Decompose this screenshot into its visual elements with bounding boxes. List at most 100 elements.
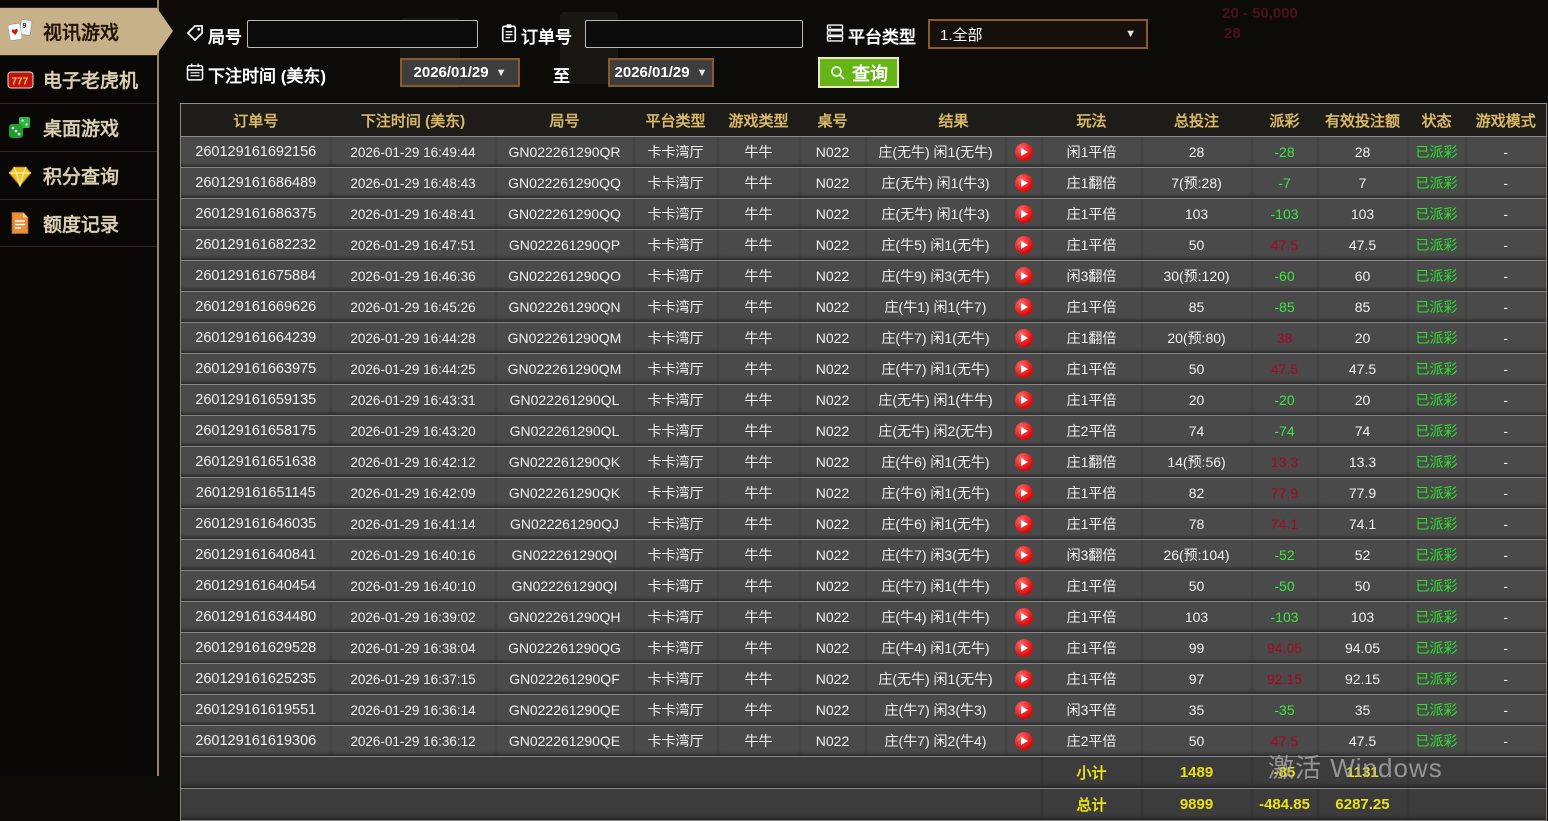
play-video-button[interactable]	[1014, 267, 1033, 286]
bet-time-cell: 2026-01-29 16:44:28	[330, 322, 496, 354]
valid-bet-cell: 28	[1317, 136, 1408, 168]
platform-cell: 卡卡湾厅	[633, 198, 718, 230]
play-video-button[interactable]	[1014, 701, 1033, 720]
round-no-cell: GN022261290QE	[495, 725, 634, 757]
play-video-button[interactable]	[1014, 205, 1033, 224]
search-button[interactable]: 查询	[818, 57, 899, 88]
sidebar-item-quota-records[interactable]: 额度记录	[0, 199, 157, 247]
platform-cell: 卡卡湾厅	[633, 229, 718, 261]
total-bet-cell: 103	[1141, 198, 1252, 230]
table-row: 260129161686489 2026-01-29 16:48:43 GN0222…	[180, 167, 1547, 199]
payout-cell: -85	[1251, 291, 1318, 323]
play-video-button[interactable]	[1014, 670, 1033, 689]
play-video-button[interactable]	[1014, 422, 1033, 441]
play-video-button[interactable]	[1014, 608, 1033, 627]
play-cell	[1005, 260, 1042, 292]
status-cell: 已派彩	[1407, 291, 1466, 323]
valid-bet-cell: 50	[1317, 570, 1408, 602]
play-video-button[interactable]	[1014, 174, 1033, 193]
payout-cell: -52	[1251, 539, 1318, 571]
order-no-input[interactable]	[585, 20, 803, 48]
table-no-cell: N022	[799, 632, 866, 664]
footer-payout-cell: -484.85	[1251, 788, 1318, 821]
table-no-cell: N022	[799, 260, 866, 292]
play-type-cell: 庄1平倍	[1041, 291, 1142, 323]
play-video-button[interactable]	[1014, 732, 1033, 751]
sidebar-item-label: 视讯游戏	[43, 23, 120, 44]
platform-cell: 卡卡湾厅	[633, 415, 718, 447]
sidebar-item-slot-machines[interactable]: 777 电子老虎机	[0, 55, 157, 103]
round-no-input[interactable]	[247, 20, 478, 48]
order-no-cell: 260129161629528	[180, 632, 331, 664]
play-video-button[interactable]	[1014, 484, 1033, 503]
play-video-button[interactable]	[1014, 236, 1033, 255]
table-no-cell: N022	[799, 477, 866, 509]
play-type-cell: 庄1平倍	[1041, 601, 1142, 633]
table-header-row: 订单号 下注时间 (美东) 局号 平台类型 游戏类型 桌号 结果 玩法 总投注 …	[180, 103, 1547, 137]
footer-total-bet-cell: 1489	[1141, 756, 1252, 789]
result-cell: 庄(牛1) 闲1(牛7)	[865, 291, 1006, 323]
game-mode-cell: -	[1465, 446, 1547, 478]
sidebar-item-label: 桌面游戏	[43, 119, 120, 140]
sidebar-item-points-query[interactable]: 积分查询	[0, 151, 157, 199]
status-cell: 已派彩	[1407, 415, 1466, 447]
play-cell	[1005, 694, 1042, 726]
bet-time-cell: 2026-01-29 16:49:44	[330, 136, 496, 168]
bet-time-cell: 2026-01-29 16:36:14	[330, 694, 496, 726]
col-valid-bet: 有效投注额	[1317, 103, 1408, 137]
chevron-down-icon: ▼	[495, 66, 507, 79]
payout-cell: 74.1	[1251, 508, 1318, 540]
platform-select[interactable]: 1.全部 ▼	[928, 19, 1148, 49]
play-type-cell: 闲1平倍	[1041, 136, 1142, 168]
total-bet-cell: 28	[1141, 136, 1252, 168]
status-cell: 已派彩	[1407, 632, 1466, 664]
play-video-button[interactable]	[1014, 515, 1033, 534]
total-bet-cell: 20(预:80)	[1141, 322, 1252, 354]
payout-cell: 77.9	[1251, 477, 1318, 509]
play-video-button[interactable]	[1014, 639, 1033, 658]
total-bet-cell: 20	[1141, 384, 1252, 416]
sidebar-item-table-games[interactable]: 桌面游戏	[0, 103, 157, 151]
result-cell: 庄(牛7) 闲2(牛4)	[865, 725, 1006, 757]
game-type-cell: 牛牛	[717, 477, 800, 509]
play-cell	[1005, 229, 1042, 261]
play-video-button[interactable]	[1014, 143, 1033, 162]
col-game-type: 游戏类型	[717, 103, 800, 137]
sidebar-item-label: 额度记录	[43, 214, 120, 236]
table-row: 260129161682232 2026-01-29 16:47:51 GN0222…	[180, 229, 1547, 261]
bet-time-label: 下注时间 (美东)	[208, 67, 327, 86]
status-cell: 已派彩	[1407, 663, 1466, 695]
order-no-cell: 260129161659135	[180, 384, 331, 416]
order-no-cell: 260129161651638	[180, 446, 331, 478]
play-video-button[interactable]	[1014, 360, 1033, 379]
chevron-down-icon: ▼	[1125, 28, 1136, 40]
play-video-button[interactable]	[1014, 577, 1033, 596]
bet-time-cell: 2026-01-29 16:45:26	[330, 291, 496, 323]
play-cell	[1005, 353, 1042, 385]
result-cell: 庄(牛7) 闲1(无牛)	[865, 353, 1006, 385]
game-type-cell: 牛牛	[717, 508, 800, 540]
play-video-button[interactable]	[1014, 546, 1033, 565]
play-video-button[interactable]	[1014, 453, 1033, 472]
date-from-select[interactable]: 2026/01/29 ▼	[400, 58, 520, 87]
status-cell: 已派彩	[1407, 539, 1466, 571]
play-type-cell: 庄1平倍	[1041, 229, 1142, 261]
play-type-cell: 庄1平倍	[1041, 477, 1142, 509]
payout-cell: -7	[1251, 167, 1318, 199]
game-type-cell: 牛牛	[717, 663, 800, 695]
game-type-cell: 牛牛	[717, 446, 800, 478]
play-video-button[interactable]	[1014, 329, 1033, 348]
table-no-cell: N022	[799, 322, 866, 354]
footer-total-bet-cell: 9899	[1141, 788, 1252, 821]
play-type-cell: 庄1平倍	[1041, 508, 1142, 540]
result-cell: 庄(牛6) 闲1(无牛)	[865, 508, 1006, 540]
platform-cell: 卡卡湾厅	[633, 632, 718, 664]
col-payout: 派彩	[1251, 103, 1318, 137]
play-video-button[interactable]	[1014, 391, 1033, 410]
sidebar-item-video-games[interactable]: 9 视讯游戏	[0, 7, 173, 55]
platform-cell: 卡卡湾厅	[633, 663, 718, 695]
date-to-select[interactable]: 2026/01/29 ▼	[608, 58, 714, 87]
game-mode-cell: -	[1465, 136, 1547, 168]
table-row: 260129161692156 2026-01-29 16:49:44 GN0222…	[180, 136, 1547, 168]
play-video-button[interactable]	[1014, 298, 1033, 317]
